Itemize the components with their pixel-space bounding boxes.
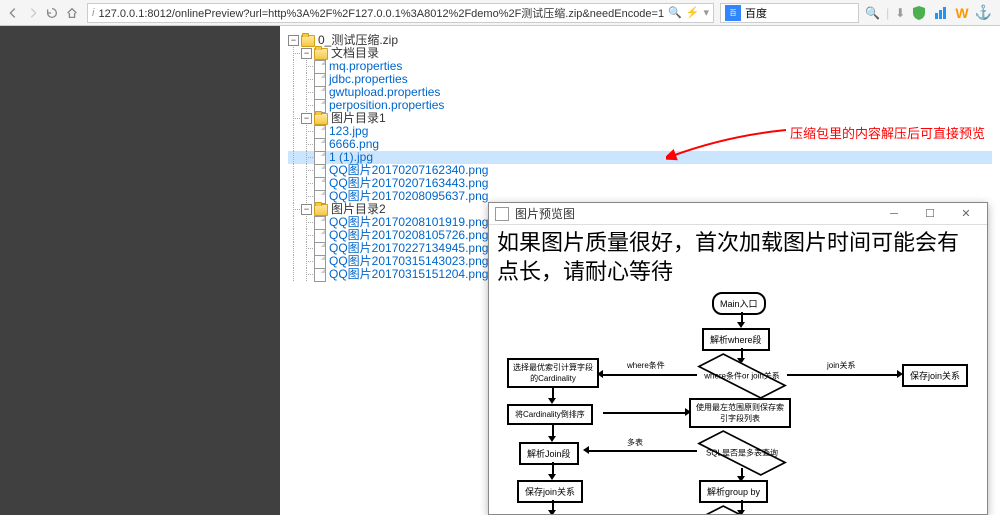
w-blue-icon[interactable]: ⚓ — [975, 4, 992, 21]
w-orange-icon[interactable]: W — [955, 5, 968, 21]
file-icon — [314, 255, 326, 269]
search-engine-label: 百度 — [745, 5, 767, 21]
file-icon — [314, 73, 326, 87]
close-button[interactable]: ✕ — [951, 204, 981, 224]
fc-label-where: where条件 — [627, 360, 665, 371]
folder-icon — [301, 35, 315, 47]
fc-parse-groupby: 解析group by — [699, 480, 768, 503]
folder-icon — [314, 48, 328, 60]
back-button[interactable] — [4, 3, 22, 23]
preview-message: 如果图片质量很好，首次加载图片时间可能会有点长，请耐心等待 — [497, 229, 979, 286]
search-icon[interactable]: 🔍 — [668, 6, 682, 19]
fc-cond-diamond: where条件or join关系 — [697, 360, 787, 392]
fc-main: Main入口 — [712, 292, 766, 315]
fc-range-index: 使用最左范围原则保存索引字段列表 — [689, 398, 791, 428]
download-icon[interactable]: ⬇ — [895, 6, 905, 20]
expander-icon[interactable]: − — [301, 204, 312, 215]
search-glass-icon[interactable]: 🔍 — [865, 6, 880, 20]
folder-icon — [314, 204, 328, 216]
flowchart-image: Main入口 解析where段 选择最优索引计算字段的Cardinality w… — [497, 292, 979, 514]
node-label: QQ图片20170315151204.png — [329, 268, 488, 281]
dropdown-icon[interactable]: ▾ — [704, 6, 710, 19]
file-icon — [314, 60, 326, 74]
file-icon — [314, 86, 326, 100]
minimize-button[interactable]: ─ — [879, 204, 909, 224]
fc-multi-diamond: SQL是否是多表查询 — [697, 437, 787, 469]
expander-icon[interactable]: − — [288, 35, 299, 46]
fc-sort-card: 将Cardinality倒排序 — [507, 404, 593, 425]
tree-folder[interactable]: −0_测试压缩.zip — [288, 34, 992, 47]
baidu-icon: 百 — [725, 5, 741, 21]
fc-save-join2: 保存join关系 — [517, 480, 583, 503]
preview-title: 图片预览图 — [515, 205, 873, 222]
url-text: 127.0.0.1:8012/onlinePreview?url=http%3A… — [98, 5, 664, 21]
url-info-icon: i — [92, 7, 94, 19]
url-bar[interactable]: i 127.0.0.1:8012/onlinePreview?url=http%… — [87, 3, 714, 23]
separator: | — [886, 6, 889, 20]
file-icon — [314, 164, 326, 178]
annotation-text: 压缩包里的内容解压后可直接预览 — [790, 123, 985, 142]
dark-sidebar — [0, 26, 280, 515]
main-panel: −0_测试压缩.zip−文档目录mq.propertiesjdbc.proper… — [280, 26, 1000, 515]
reload-button[interactable] — [44, 3, 62, 23]
analytics-icon[interactable] — [933, 5, 949, 21]
home-button[interactable] — [63, 3, 81, 23]
preview-app-icon — [495, 207, 509, 221]
search-box[interactable]: 百 百度 — [720, 3, 859, 23]
file-icon — [314, 229, 326, 243]
file-icon — [314, 268, 326, 282]
file-icon — [314, 138, 326, 152]
file-icon — [314, 177, 326, 191]
fc-label-multi: 多表 — [627, 437, 643, 448]
fc-save-join1: 保存join关系 — [902, 364, 968, 387]
preview-titlebar[interactable]: 图片预览图 ─ ☐ ✕ — [489, 203, 987, 225]
forward-button[interactable] — [24, 3, 42, 23]
fc-select-index: 选择最优索引计算字段的Cardinality — [507, 358, 599, 388]
preview-body: 如果图片质量很好，首次加载图片时间可能会有点长，请耐心等待 Main入口 解析w… — [489, 225, 987, 514]
folder-icon — [314, 113, 328, 125]
file-icon — [314, 242, 326, 256]
preview-window: 图片预览图 ─ ☐ ✕ 如果图片质量很好，首次加载图片时间可能会有点长，请耐心等… — [488, 202, 988, 515]
tree-file[interactable]: perposition.properties — [288, 99, 992, 112]
fc-parse-join: 解析Join段 — [519, 442, 579, 465]
fc-label-join: join关系 — [827, 360, 855, 371]
expander-icon[interactable]: − — [301, 48, 312, 59]
shield-icon[interactable] — [911, 5, 927, 21]
maximize-button[interactable]: ☐ — [915, 204, 945, 224]
file-icon — [314, 151, 326, 165]
flash-icon[interactable]: ⚡ — [686, 6, 700, 19]
file-icon — [314, 125, 326, 139]
file-icon — [314, 216, 326, 230]
fc-parse-where: 解析where段 — [702, 328, 770, 351]
expander-icon[interactable]: − — [301, 113, 312, 124]
fc-group-diamond: group_by定段是否含有 — [697, 512, 787, 514]
